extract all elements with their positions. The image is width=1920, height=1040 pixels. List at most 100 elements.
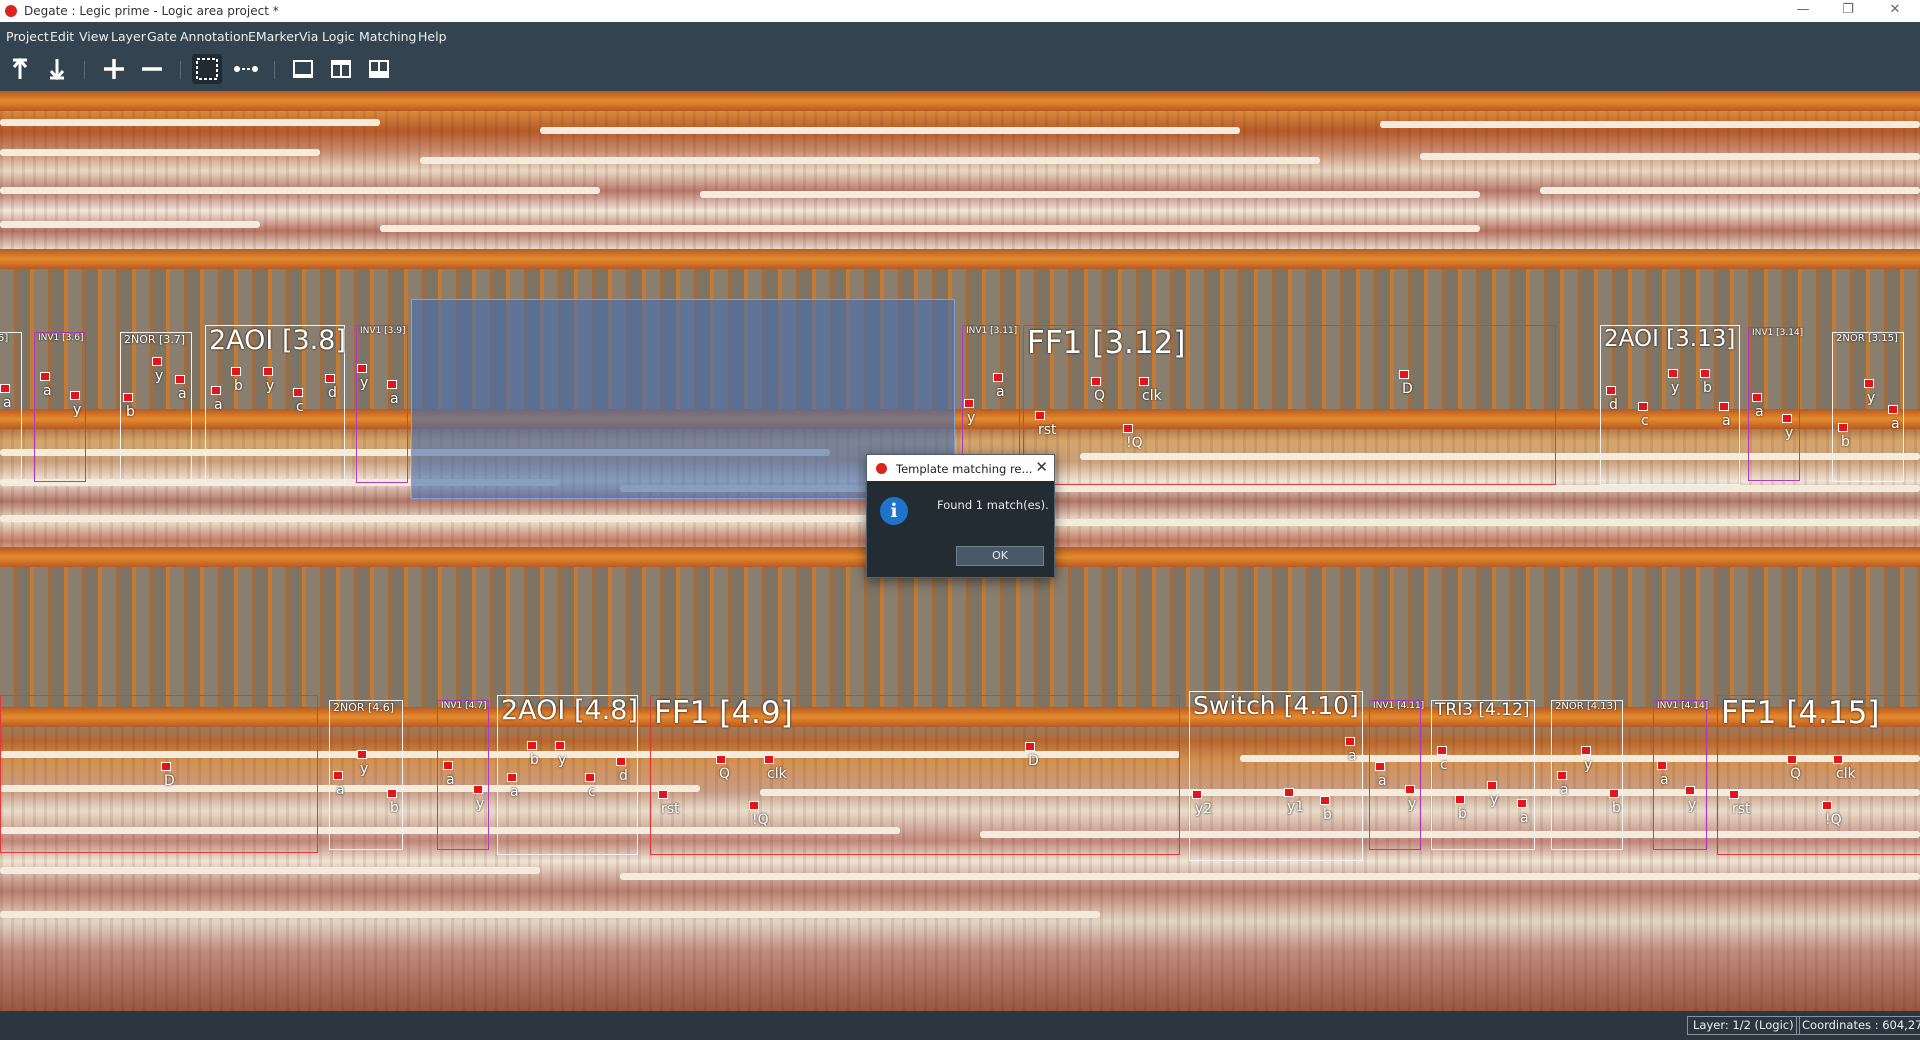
gate-cell[interactable]: 2NOR [3.7] y a b [120,332,192,482]
port-label: Q [1090,377,1106,404]
wire-tool-icon[interactable] [231,54,261,84]
menu-project[interactable]: Project [6,29,49,44]
gate-cell[interactable]: FF1 [3.12] Q clk rst !Q D [1023,325,1556,485]
layer-up-icon[interactable] [5,54,35,84]
port-label: !Q [1123,424,1143,451]
menu-via[interactable]: Via [299,29,318,44]
port-label: y [356,364,369,391]
gate-cell[interactable]: 5] a [0,332,22,482]
gate-label: 2AOI [3.8] [209,325,346,356]
port-label: y [1667,369,1680,396]
maximize-button[interactable]: ❐ [1826,0,1870,22]
port-label: a [0,384,12,411]
layer-down-icon[interactable] [42,54,72,84]
status-bar: Layer: 1/2 (Logic) Coordinates : 604,275 [0,1011,1920,1040]
gate-cell[interactable]: 2NOR [4.13] y a b [1551,700,1623,850]
menu-annotation[interactable]: Annotation [180,29,249,44]
port-label: a [40,372,52,399]
template-matching-dialog: Template matching re... ✕ i Found 1 matc… [866,454,1055,578]
port-label: D [1399,370,1413,397]
menu-layer[interactable]: Layer [111,29,146,44]
gate-cell[interactable]: FF1 [4.15] Q clk rst !Q [1717,695,1920,855]
gate-cell[interactable]: 2AOI [4.8] b y d a c [497,695,638,855]
gate-cell[interactable]: INV1 [3.14] a y [1748,327,1804,481]
metal-trace [0,187,600,194]
metal-trace [380,225,1480,232]
gate-cell[interactable]: 2NOR [3.15] y a b [1832,332,1904,482]
port-label: c [1437,746,1448,773]
menu-emarker[interactable]: EMarker [248,29,299,44]
gate-cell[interactable]: 2AOI [3.13] y b d c a [1600,325,1740,485]
area-select-icon[interactable] [192,54,222,84]
metal-trace [0,149,320,156]
gate-label: INV1 [3.14] [1752,328,1804,338]
port-label: y [1580,746,1593,773]
gate-label: INV1 [4.11] [1373,701,1425,711]
menu-bar: Project Edit View Layer Gate Annotation … [0,22,1920,49]
port-label: Q [1786,755,1802,782]
template-view-3-icon[interactable] [364,54,394,84]
port-label: c [585,773,596,800]
gate-cell[interactable]: INV1 [4.11] a y [1369,700,1425,850]
gate-label: Switch [4.10] [1193,691,1359,720]
menu-edit[interactable]: Edit [50,29,74,44]
gate-cell[interactable]: TRI3 [4.12] c b y a [1431,700,1535,850]
metal-trace [1540,187,1920,194]
dialog-close-button[interactable]: ✕ [1035,458,1048,476]
power-rail [0,249,1920,269]
port-label: y [1486,781,1499,808]
gate-label: 2NOR [3.7] [124,333,186,346]
metal-trace [1420,153,1920,160]
metal-trace [1380,121,1920,128]
template-view-1-icon[interactable] [288,54,318,84]
coordinates-status: Coordinates : 604,275 [1796,1016,1920,1035]
close-window-button[interactable]: ✕ [1873,0,1917,22]
port-label: d [1606,386,1618,413]
port-label: a [1888,405,1900,432]
port-label: y [963,399,976,426]
gate-cell[interactable]: 2NOR [4.6] y a b [329,700,403,850]
port-label: b [123,393,135,420]
port-label: a [333,771,345,798]
port-label: y [151,357,164,384]
template-view-2-icon[interactable] [326,54,356,84]
port-label: y1 [1283,788,1305,815]
zoom-in-icon[interactable] [99,54,129,84]
gate-cell[interactable]: D [0,695,318,853]
gate-cell[interactable]: Switch [4.10] a y2 y1 b [1189,691,1363,861]
gate-label: INV1 [3.11] [966,326,1018,336]
ok-button[interactable]: OK [956,546,1044,566]
toolbar-separator [84,61,85,79]
gate-cell[interactable]: FF1 [4.9] Q clk rst !Q D [650,695,1180,855]
metal-trace [0,221,260,228]
menu-logic[interactable]: Logic [322,29,355,44]
port-label: a [1375,762,1387,789]
port-label: d [616,757,628,784]
gate-cell[interactable]: INV1 [4.14] a y [1653,700,1708,850]
menu-gate[interactable]: Gate [147,29,177,44]
minimize-button[interactable]: — [1781,0,1825,22]
app-icon [5,5,17,17]
metal-trace [0,867,540,874]
port-label: a [175,375,187,402]
gate-cell[interactable]: INV1 [3.9] y a [356,325,408,483]
menu-help[interactable]: Help [418,29,447,44]
gate-label: INV1 [3.9] [360,326,406,336]
gate-label: INV1 [4.7] [441,701,487,711]
menu-view[interactable]: View [79,29,109,44]
port-label: !Q [1822,801,1842,828]
toolbar-separator [180,61,181,79]
port-label: c [293,388,304,415]
gate-cell[interactable]: 2AOI [3.8] b y a c d [205,325,346,485]
menu-matching[interactable]: Matching [359,29,416,44]
gate-label: 2AOI [4.8] [501,695,638,726]
port-label: !Q [749,801,769,828]
gate-cell[interactable]: INV1 [3.6] a y [34,332,86,482]
gate-cell[interactable]: INV1 [4.7] a y [437,700,489,850]
port-label: y [472,785,485,812]
zoom-out-icon[interactable] [137,54,167,84]
port-label: b [1609,789,1621,816]
port-label: a [387,380,399,407]
port-label: Q [715,755,731,782]
port-label: b [1700,369,1712,396]
